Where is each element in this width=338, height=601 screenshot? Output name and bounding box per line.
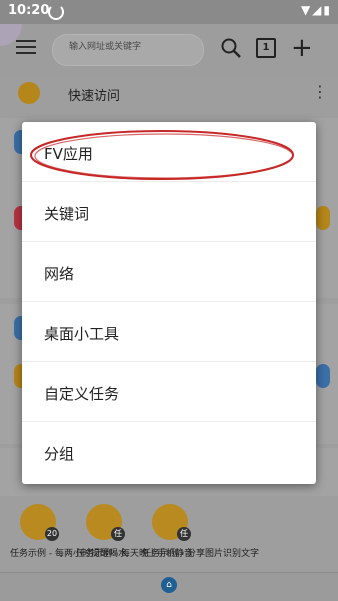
menu-item-label: 关键词 bbox=[44, 205, 90, 223]
status-bar: 10:20 ▼◢▮ bbox=[0, 0, 338, 24]
sync-icon bbox=[48, 4, 64, 20]
quick-access-row[interactable]: 快速访问 ⋮ bbox=[0, 76, 338, 110]
task-icon: 任 bbox=[152, 504, 191, 541]
search-box[interactable] bbox=[52, 34, 204, 66]
menu-item-label: 桌面小工具 bbox=[44, 325, 120, 343]
task-badge: 20 bbox=[45, 527, 59, 541]
search-input[interactable] bbox=[67, 41, 201, 53]
task-badge: 任 bbox=[177, 527, 191, 541]
task-item[interactable]: 任 任务示例 - 分享图片识别文字 bbox=[142, 504, 259, 559]
tab-count-button[interactable]: 1 bbox=[256, 38, 276, 58]
task-item[interactable]: 任 任务示例 - 每天晚上手机静音 bbox=[76, 504, 193, 559]
signal-battery-icons: ▼◢▮ bbox=[300, 3, 332, 17]
menu-item-custom-task[interactable]: 自定义任务 bbox=[22, 362, 316, 422]
menu-item-network[interactable]: 网络 bbox=[22, 242, 316, 302]
top-app-bar: 1 + bbox=[0, 24, 338, 76]
search-icon[interactable] bbox=[220, 37, 242, 59]
status-time: 10:20 bbox=[8, 3, 50, 18]
menu-item-label: 网络 bbox=[44, 265, 75, 283]
task-icon: 任 bbox=[86, 504, 125, 541]
quick-access-label: 快速访问 bbox=[68, 89, 121, 104]
more-vert-icon[interactable]: ⋮ bbox=[312, 82, 328, 101]
bottom-nav: ⌂ bbox=[0, 572, 338, 601]
side-indicator bbox=[316, 364, 330, 388]
task-label: 任务示例 - 每天晚上手机静音 bbox=[76, 549, 193, 559]
apps-grid-icon bbox=[18, 82, 40, 104]
task-item[interactable]: 20 任务示例 - 每两小时提醒喝水 bbox=[10, 504, 127, 559]
menu-item-group[interactable]: 分组 bbox=[22, 422, 316, 482]
menu-item-keywords[interactable]: 关键词 bbox=[22, 182, 316, 242]
menu-item-fv-apps[interactable]: FV应用 bbox=[22, 122, 316, 182]
add-icon[interactable]: + bbox=[291, 35, 313, 61]
task-icon: 20 bbox=[20, 504, 59, 541]
menu-item-label: FV应用 bbox=[44, 145, 93, 163]
task-label: 任务示例 - 分享图片识别文字 bbox=[142, 549, 259, 559]
menu-icon[interactable] bbox=[16, 40, 36, 56]
menu-item-widgets[interactable]: 桌面小工具 bbox=[22, 302, 316, 362]
task-label: 任务示例 - 每两小时提醒喝水 bbox=[10, 549, 127, 559]
menu-item-label: 分组 bbox=[44, 445, 75, 463]
menu-item-label: 自定义任务 bbox=[44, 385, 120, 403]
home-icon[interactable]: ⌂ bbox=[161, 577, 177, 593]
add-popup-menu: FV应用 关键词 网络 桌面小工具 自定义任务 分组 bbox=[22, 122, 316, 484]
task-badge: 任 bbox=[111, 527, 125, 541]
side-indicator bbox=[316, 206, 330, 230]
